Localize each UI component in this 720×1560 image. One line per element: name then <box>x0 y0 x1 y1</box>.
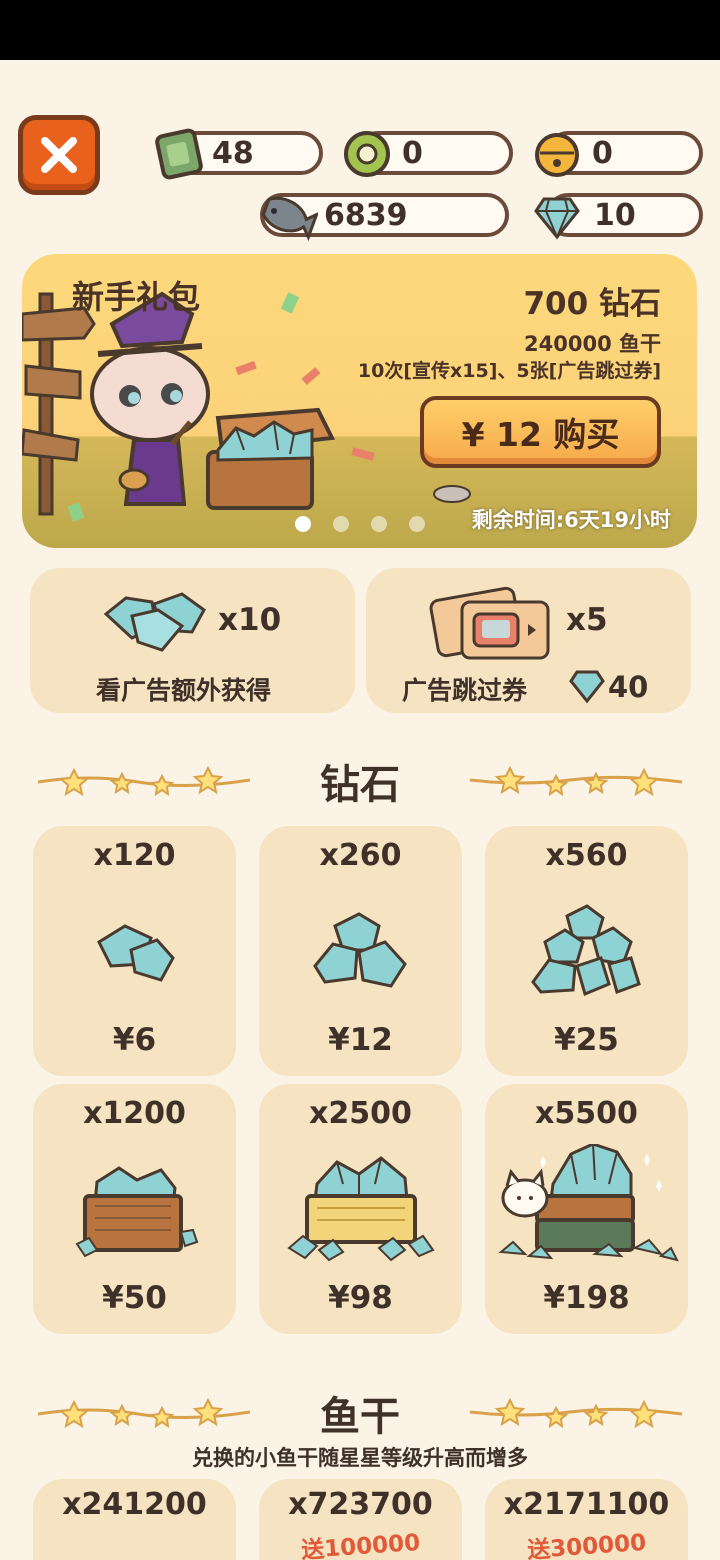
diamond-value: 10 <box>594 197 636 233</box>
banner-timer: 剩余时间:6天19小时 <box>471 508 671 532</box>
diamond-product-1200[interactable]: x1200 ¥50 <box>33 1084 236 1334</box>
product-bonus: 送300000 <box>526 1529 647 1560</box>
product-amount: x2171100 <box>503 1487 670 1522</box>
product-bonus: 送100000 <box>300 1529 421 1560</box>
product-price: ¥25 <box>554 1022 619 1058</box>
diamond-golden-basket-icon <box>287 1156 435 1262</box>
coin-icon <box>344 131 390 177</box>
bell-counter: 0 <box>535 131 703 177</box>
banner-reward-extra: 10次[宣传x15]、5张[广告跳过券] <box>357 360 661 382</box>
product-amount: x723700 <box>288 1487 433 1522</box>
starter-pack-banner[interactable]: 新手礼包 700 钻石 240000 鱼干 10次[宣传x15]、5张[广告跳过… <box>22 254 697 548</box>
banner-title: 新手礼包 <box>72 278 201 316</box>
product-amount: x260 <box>319 838 402 873</box>
product-price: ¥50 <box>102 1280 167 1316</box>
fish-product-241200[interactable]: x241200 <box>33 1479 236 1560</box>
diamond-icon <box>569 670 605 704</box>
ad-skip-ticket-count: x5 <box>566 602 608 638</box>
product-amount: x120 <box>93 838 176 873</box>
fish-icon <box>261 196 318 241</box>
fish-value: 6839 <box>324 197 408 233</box>
diamond-product-5500[interactable]: x5500 ¥198 <box>485 1084 688 1334</box>
ad-skip-ticket-label: 广告跳过券 <box>402 676 528 705</box>
diamond-pile-icon <box>103 592 206 652</box>
ticket-counter: 48 <box>155 128 323 180</box>
product-price: ¥98 <box>328 1280 393 1316</box>
watch-ad-extra-count: x10 <box>218 602 282 638</box>
ad-skip-ticket-card[interactable]: x5 广告跳过券 40 <box>366 568 691 713</box>
product-amount: x1200 <box>83 1096 186 1131</box>
status-bar <box>0 0 720 60</box>
ad-skip-ticket-icon <box>429 586 550 660</box>
star-garland-right <box>470 765 682 797</box>
product-price: ¥12 <box>328 1022 393 1058</box>
banner-buy-button[interactable]: ¥ 12 购买 <box>420 396 661 468</box>
diamond-icon <box>534 197 580 240</box>
diamond-cat-chest-icon <box>498 1144 679 1262</box>
fish-product-2171100[interactable]: x2171100 送300000 <box>485 1479 688 1560</box>
diamond-medium-pile-icon <box>313 912 407 988</box>
fish-product-723700[interactable]: x723700 送100000 <box>259 1479 462 1560</box>
diamond-product-560[interactable]: x560 ¥25 <box>485 826 688 1076</box>
banner-reward-diamonds: 700 钻石 <box>523 286 661 322</box>
watch-ad-extra-card[interactable]: x10 看广告额外获得 <box>30 568 355 713</box>
product-amount: x560 <box>545 838 628 873</box>
banner-reward-fish: 240000 鱼干 <box>524 332 661 356</box>
carousel-dot-2[interactable] <box>333 516 349 532</box>
fish-section-subtitle: 兑换的小鱼干随星星等级升高而增多 <box>192 1446 528 1470</box>
bell-value: 0 <box>592 135 613 171</box>
product-amount: x241200 <box>62 1487 207 1522</box>
carousel-dot-1[interactable] <box>295 516 311 532</box>
fish-counter: 6839 <box>260 193 509 241</box>
diamond-product-260[interactable]: x260 ¥12 <box>259 826 462 1076</box>
product-price: ¥6 <box>112 1022 157 1058</box>
star-garland-right <box>470 1397 682 1429</box>
diamond-large-pile-icon <box>531 904 641 997</box>
product-amount: x2500 <box>309 1096 412 1131</box>
diamond-basket-icon <box>75 1166 199 1258</box>
close-icon <box>41 137 77 173</box>
bell-icon <box>535 133 579 177</box>
carousel-dot-3[interactable] <box>371 516 387 532</box>
close-button[interactable] <box>18 115 100 195</box>
product-amount: x5500 <box>535 1096 638 1131</box>
watch-ad-extra-label: 看广告额外获得 <box>96 676 272 705</box>
carousel-dot-4[interactable] <box>409 516 425 532</box>
ad-skip-ticket-cost: 40 <box>608 670 649 704</box>
ticket-value: 48 <box>212 135 254 171</box>
ticket-icon <box>155 128 203 180</box>
product-price: ¥198 <box>543 1280 630 1316</box>
diamond-small-pile-icon <box>97 924 175 982</box>
diamond-counter: 10 <box>534 193 703 240</box>
diamond-product-120[interactable]: x120 ¥6 <box>33 826 236 1076</box>
coin-value: 0 <box>402 135 423 171</box>
diamond-product-2500[interactable]: x2500 ¥98 <box>259 1084 462 1334</box>
coin-counter: 0 <box>344 131 513 177</box>
